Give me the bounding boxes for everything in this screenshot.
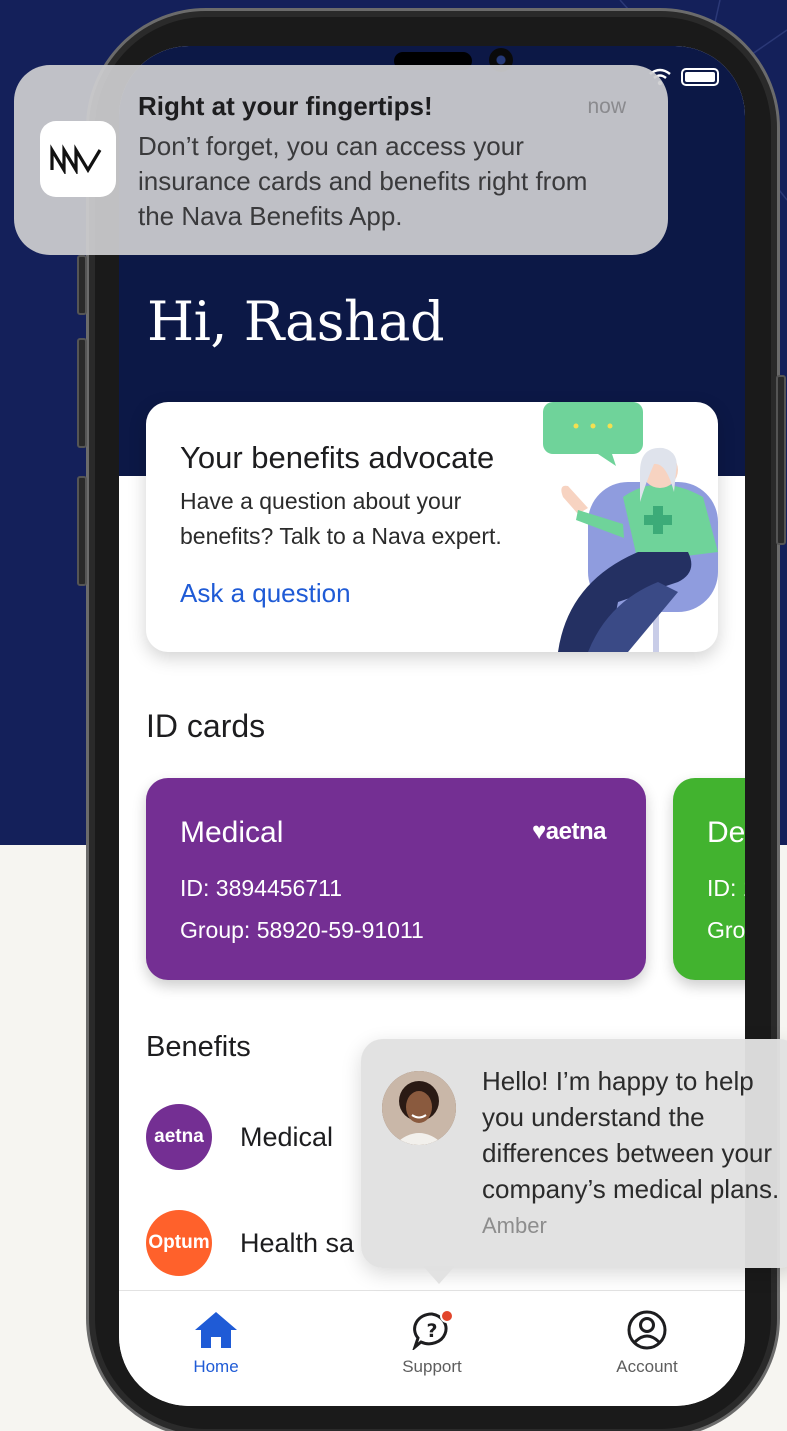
chat-message: Hello! I’m happy to help you understand … — [482, 1066, 780, 1204]
id-card-group: Group: 58920-59-91011 — [180, 917, 424, 943]
tab-home[interactable]: Home — [156, 1309, 276, 1377]
benefit-label: Health sa — [240, 1227, 355, 1258]
dental-id-card[interactable]: De ID: 1 Gro — [673, 778, 745, 980]
bottom-tab-bar: Home ? Support Account — [119, 1290, 745, 1406]
notification-title: Right at your fingertips! — [138, 91, 433, 121]
notification-badge — [440, 1309, 454, 1323]
nava-app-icon — [40, 121, 116, 197]
phone-side-button — [77, 255, 87, 315]
tab-label: Account — [616, 1357, 678, 1376]
tab-support[interactable]: ? Support — [372, 1309, 492, 1377]
ask-question-link[interactable]: Ask a question — [180, 578, 351, 609]
benefit-row-medical[interactable]: aetna Medical — [146, 1103, 333, 1171]
push-notification[interactable]: Right at your fingertips! now Don’t forg… — [14, 65, 668, 255]
phone-power-button — [776, 375, 786, 545]
advocate-chat-bubble[interactable]: Hello! I’m happy to help you understand … — [361, 1039, 787, 1284]
notification-body: Don’t forget, you can access your insura… — [138, 131, 588, 231]
aetna-logo: ♥aetna — [532, 818, 606, 845]
avatar — [382, 1071, 456, 1145]
tab-account[interactable]: Account — [587, 1309, 707, 1377]
id-card-group: Gro — [707, 917, 745, 943]
chat-tail — [423, 1266, 455, 1284]
chat-author: Amber — [482, 1213, 547, 1238]
battery-icon — [681, 68, 719, 86]
id-cards-heading: ID cards — [146, 708, 266, 744]
benefit-row-health-savings[interactable]: Optum Health sa — [146, 1209, 354, 1277]
tab-label: Support — [402, 1357, 462, 1376]
greeting-title: Hi, Rashad — [147, 290, 445, 353]
optum-logo: Optum — [146, 1210, 212, 1276]
advocate-description: Have a question about your benefits? Tal… — [180, 488, 502, 549]
account-icon — [627, 1310, 667, 1350]
benefits-advocate-card[interactable]: Your benefits advocate Have a question a… — [146, 402, 718, 652]
home-icon — [195, 1312, 237, 1348]
nava-logo-icon — [50, 144, 102, 174]
id-card-title: De — [707, 816, 745, 849]
advocate-title: Your benefits advocate — [180, 440, 495, 475]
advocate-avatar-image — [382, 1071, 456, 1145]
advocate-illustration — [543, 402, 718, 652]
aetna-logo: aetna — [146, 1104, 212, 1170]
tab-label: Home — [193, 1357, 239, 1376]
id-card-title: Medical — [180, 816, 284, 849]
phone-volume-down — [77, 476, 87, 586]
phone-volume-up — [77, 338, 87, 448]
notification-time: now — [587, 95, 626, 118]
medical-id-card[interactable]: Medical ♥aetna ID: 3894456711 Group: 589… — [146, 778, 646, 980]
id-card-member-id: ID: 1 — [707, 875, 745, 901]
svg-text:?: ? — [426, 1320, 437, 1342]
benefits-heading: Benefits — [146, 1031, 251, 1063]
benefit-label: Medical — [240, 1121, 334, 1152]
id-card-member-id: ID: 3894456711 — [180, 875, 342, 901]
